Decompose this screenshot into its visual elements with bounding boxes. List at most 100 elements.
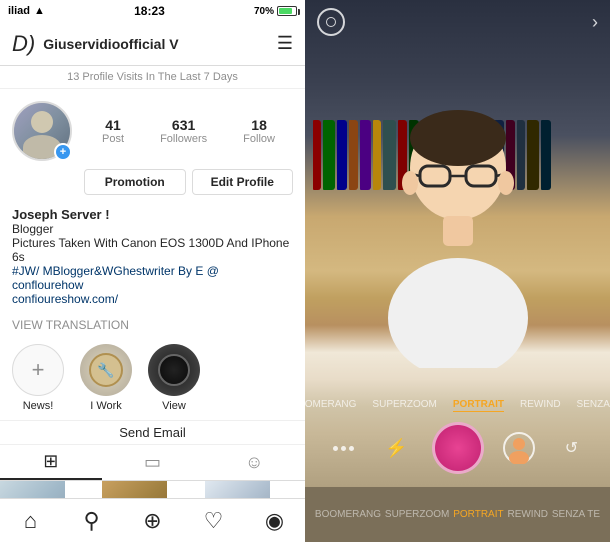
- action-buttons: Promotion Edit Profile: [72, 169, 305, 205]
- wifi-icon: ▲: [34, 5, 45, 17]
- profile-visits-text: 13 Profile Visits In The Last 7 Days: [67, 71, 238, 83]
- cam-nav-rewind[interactable]: REWIND: [507, 509, 548, 520]
- highlight-item-work[interactable]: 🔧 I Work: [80, 344, 132, 412]
- camera-mode-circle[interactable]: [317, 8, 345, 36]
- carrier-label: iliad: [8, 5, 30, 17]
- highlight-add-circle[interactable]: +: [12, 344, 64, 396]
- mode-senza[interactable]: SENZA TE: [577, 399, 610, 412]
- book: [323, 120, 335, 190]
- heart-icon: ♡: [204, 508, 224, 534]
- following-count: 18: [251, 117, 267, 133]
- photo-cell-2[interactable]: [102, 481, 167, 498]
- nav-add[interactable]: ⊕: [122, 499, 183, 542]
- bio-title: Blogger: [12, 222, 293, 236]
- instagram-profile-panel: iliad ▲ 18:23 70% D) Giuservidioofficial…: [0, 0, 305, 542]
- camera-panel: › BOOMERANG SUPERZOOM PORTRAIT REWIND SE…: [305, 0, 610, 542]
- following-stat[interactable]: 18 Follow: [243, 117, 275, 145]
- tab-grid[interactable]: ⊞: [0, 445, 102, 480]
- add-story-button[interactable]: +: [54, 143, 72, 161]
- profile-username: Giuservidioofficial V: [43, 36, 277, 52]
- bio-section: Joseph Server ! Blogger Pictures Taken W…: [0, 205, 305, 314]
- dot-1: [333, 446, 338, 451]
- nav-home[interactable]: ⌂: [0, 499, 61, 542]
- highlight-label-0: News!: [23, 400, 54, 412]
- highlight-item-view[interactable]: View: [148, 344, 200, 412]
- promotion-button[interactable]: Promotion: [84, 169, 186, 195]
- cam-nav-1[interactable]: BOOMERANG: [315, 509, 381, 520]
- bio-description: Pictures Taken With Canon EOS 1300D And …: [12, 236, 293, 264]
- camera-flash-button[interactable]: ⚡: [379, 430, 415, 466]
- tab-tagged[interactable]: ☺: [203, 445, 305, 480]
- posts-label: Post: [102, 133, 124, 145]
- send-email-button[interactable]: Send Email: [0, 420, 305, 445]
- mode-portrait[interactable]: PORTRAIT: [453, 399, 504, 412]
- cam-nav-senza[interactable]: SENZA TE: [552, 509, 600, 520]
- camera-shutter-button[interactable]: [432, 422, 484, 474]
- bio-link[interactable]: confioureshow.com/: [12, 292, 293, 306]
- nav-activity[interactable]: ♡: [183, 499, 244, 542]
- view-translation-button[interactable]: VIEW TRANSLATION: [0, 314, 305, 340]
- nav-search[interactable]: ⚲: [61, 499, 122, 542]
- camera-dots-button[interactable]: [326, 430, 362, 466]
- highlight-circle-lens[interactable]: [148, 344, 200, 396]
- mode-boomerang[interactable]: BOOMERANG: [305, 399, 356, 412]
- camera-bottom-nav: BOOMERANG SUPERZOOM PORTRAIT REWIND SENZ…: [305, 487, 610, 542]
- cam-nav-portrait[interactable]: PORTRAIT: [453, 509, 503, 520]
- camera-controls-row: ⚡ ↺: [305, 418, 610, 482]
- photo-grid: [0, 481, 305, 498]
- highlight-label-2: View: [162, 400, 186, 412]
- highlight-circle-work[interactable]: 🔧: [80, 344, 132, 396]
- bottom-navigation: ⌂ ⚲ ⊕ ♡ ◉: [0, 498, 305, 542]
- stats-row: 41 Post 631 Followers 18 Follow: [84, 117, 293, 145]
- followers-stat[interactable]: 631 Followers: [160, 117, 207, 145]
- posts-stat[interactable]: 41 Post: [102, 117, 124, 145]
- bio-hashtag: #JW/ MBlogger&WGhestwriter By E @ conflo…: [12, 264, 293, 292]
- profile-section: + 41 Post 631 Followers 18 Follow: [0, 89, 305, 169]
- svg-text:🔧: 🔧: [97, 361, 114, 379]
- battery-percent: 70%: [254, 6, 274, 17]
- highlight-lens-image: [148, 344, 200, 396]
- profile-icon: ◉: [265, 508, 284, 534]
- posts-count: 41: [105, 117, 121, 133]
- status-time: 18:23: [134, 4, 165, 18]
- dots-icon: [333, 446, 354, 451]
- status-bar: iliad ▲ 18:23 70%: [0, 0, 305, 22]
- grid-tab-icon: ⊞: [43, 451, 58, 472]
- search-icon: ⚲: [83, 508, 99, 534]
- nav-profile[interactable]: ◉: [244, 499, 305, 542]
- photo-cell-3[interactable]: [205, 481, 270, 498]
- book: [313, 120, 321, 190]
- avatar-wrapper: +: [12, 101, 72, 161]
- menu-icon[interactable]: ☰: [277, 33, 293, 54]
- camera-mode-row: BOOMERANG SUPERZOOM PORTRAIT REWIND SENZ…: [305, 393, 610, 418]
- person-subject: [336, 108, 580, 406]
- dot-3: [349, 446, 354, 451]
- camera-next-arrow[interactable]: ›: [592, 12, 598, 33]
- cam-nav-2[interactable]: SUPERZOOM: [385, 509, 449, 520]
- camera-switch-button[interactable]: ↺: [554, 430, 590, 466]
- list-tab-icon: ▭: [144, 452, 161, 473]
- highlight-item-new[interactable]: + News!: [12, 344, 64, 412]
- mode-rewind[interactable]: REWIND: [520, 399, 561, 412]
- mode-superzoom[interactable]: SUPERZOOM: [372, 399, 436, 412]
- camera-top-bar: ›: [305, 8, 610, 36]
- camera-bottom-controls: BOOMERANG SUPERZOOM PORTRAIT REWIND SENZ…: [305, 393, 610, 482]
- edit-profile-button[interactable]: Edit Profile: [192, 169, 294, 195]
- status-left: iliad ▲: [8, 5, 45, 17]
- highlight-image-work: 🔧: [80, 344, 132, 396]
- app-logo: D): [12, 31, 35, 57]
- tab-list[interactable]: ▭: [102, 445, 204, 480]
- highlights-row: + News! 🔧 I Work View: [0, 340, 305, 420]
- followers-label: Followers: [160, 133, 207, 145]
- home-icon: ⌂: [24, 508, 37, 534]
- highlight-label-1: I Work: [90, 400, 122, 412]
- camera-mode-inner: [326, 17, 336, 27]
- app-header: D) Giuservidioofficial V ☰: [0, 22, 305, 66]
- profile-visits-banner: 13 Profile Visits In The Last 7 Days: [0, 66, 305, 89]
- battery-icon: [277, 6, 297, 16]
- photo-cell-1[interactable]: [0, 481, 65, 498]
- camera-avatar-button[interactable]: [501, 430, 537, 466]
- person-silhouette: [358, 108, 558, 368]
- flash-icon: ⚡: [385, 438, 407, 459]
- dot-2: [341, 446, 346, 451]
